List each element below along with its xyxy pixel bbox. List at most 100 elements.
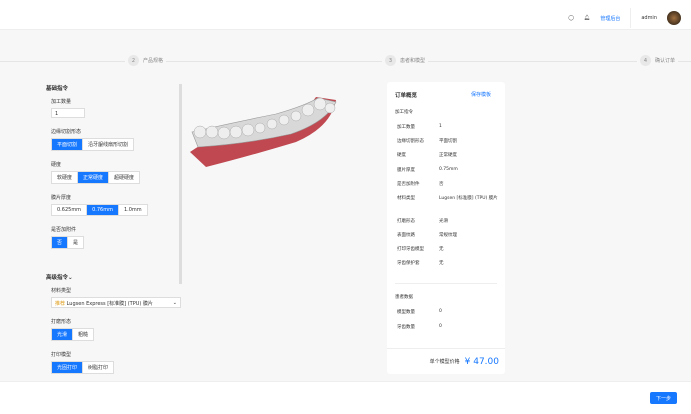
price-value: ¥ 47.00 [464,356,499,367]
thick-option[interactable]: 1.0mm [119,205,147,215]
row-value: 光滑 [439,219,448,224]
row-value: Lugsen [标准膜] (TPU) 膜片 [439,196,498,201]
summary-row: 模型数量 0 [397,309,499,315]
step-label: 产品规格 [143,58,164,64]
mat-label: 材料类型 [51,288,72,294]
avatar[interactable] [667,11,681,25]
hard-option[interactable]: 正常硬度 [78,172,110,183]
row-value: 1 [439,124,442,129]
trim-option[interactable]: 粗糙 [73,329,93,340]
thick-label: 膜片厚度 [51,195,72,201]
section-patient: 患者数据 [395,295,413,300]
step-label: 患者和模型 [400,58,426,64]
edge-option[interactable]: 平面切割 [52,139,84,150]
dental-model-3d[interactable] [186,92,356,172]
stepper: 2 产品规格 3 患者和模型 4 确认订单 [0,55,691,67]
price-label: 单个模型价格 [429,359,460,365]
hard-label: 硬度 [51,162,62,168]
order-summary: 订单概览 保存模板 加工指令 加工数量 1 边缘切割形态 平面切割硬度 正常硬度膜片厚度… [387,82,505,374]
attach-segment: 否是 [51,236,85,249]
row-value: 正常硬度 [439,153,457,158]
row-key: 打印牙齿模型 [397,247,424,252]
attach-label: 是否加附件 [51,227,77,233]
options-panel: 基础指令 加工数量 1 边缘切割形态 平面切割 沿牙龈线扇形切割 硬度 软硬度 正常… [40,80,183,375]
summary-row: 表面纹路 常规纹理 [397,232,499,238]
summary-row: 牙齿数量 0 [397,324,499,330]
trim-label: 打磨形态 [51,319,72,325]
summary-row: 打磨形态 光滑 [397,218,499,224]
scrollbar[interactable] [179,84,182,284]
step-label: 确认订单 [655,58,676,64]
row-key: 膜片厚度 [397,168,415,173]
thick-segment: 0.625mm 0.76mm 1.0mm [51,204,148,216]
step-2[interactable]: 2 产品规格 [125,55,167,66]
summary-row: 打印牙齿模型 无 [397,246,499,252]
chevron-down-icon: ⌄ [172,300,177,306]
thick-option[interactable]: 0.625mm [52,205,88,215]
section-processing: 加工指令 [395,110,413,115]
row-key: 牙齿数量 [397,325,415,330]
step-3[interactable]: 3 患者和模型 [382,55,429,66]
save-template-link[interactable]: 保存模板 [471,91,491,98]
username[interactable]: admin [641,15,657,21]
row-key: 模型数量 [397,310,415,315]
thick-option[interactable]: 0.76mm [87,205,119,215]
hard-option[interactable]: 超硬硬度 [109,172,139,183]
step-4[interactable]: 4 确认订单 [637,55,679,66]
edge-segment: 平面切割 沿牙龈线扇形切割 [51,138,135,151]
top-header: ◯ 🔔︎ 管理后台 admin [0,0,691,30]
print-option[interactable]: 树脂打印 [83,362,113,373]
step-num: 4 [640,55,651,66]
step-num: 2 [128,55,139,66]
row-key: 是否加附件 [397,182,420,187]
advanced-label: 高级指令 [46,275,69,281]
material-value: Lugsen Express [标准膜] (TPU) 膜片 [66,301,153,307]
qty-input[interactable]: 1 [51,108,85,118]
row-value: 平面切割 [439,139,457,144]
attach-option[interactable]: 否 [52,237,69,248]
price-bar: 单个模型价格 ¥ 47.00 [387,348,505,374]
row-key: 牙齿保护套 [397,261,420,266]
attach-option[interactable]: 是 [68,237,83,248]
row-key: 表面纹路 [397,233,415,238]
row-value: 否 [439,182,444,187]
hard-option[interactable]: 软硬度 [52,172,79,183]
bell-icon[interactable]: 🔔︎ [584,15,590,21]
summary-row: 硬度 正常硬度 [397,152,499,158]
row-key: 打磨形态 [397,219,415,224]
summary-title: 订单概览 [395,93,418,99]
summary-row: 材料类型 Lugsen [标准膜] (TPU) 膜片 [397,195,499,201]
row-value: 常规纹理 [439,233,457,238]
next-button[interactable]: 下一步 [650,392,677,404]
advanced-title[interactable]: 高级指令⌄ [46,273,183,281]
footer: 下一步 [0,381,691,414]
edge-label: 边缘切割形态 [51,129,82,135]
row-key: 硬度 [397,153,406,158]
admin-link[interactable]: 管理后台 [600,15,620,22]
trim-segment: 光滑 粗糙 [51,328,95,341]
chevron-down-icon: ⌄ [68,275,73,281]
summary-row: 牙齿保护套 无 [397,260,499,266]
edge-option[interactable]: 沿牙龈线扇形切割 [83,139,133,150]
trim-option[interactable]: 光滑 [52,329,74,340]
material-select[interactable]: 推荐 Lugsen Express [标准膜] (TPU) 膜片 ⌄ [51,297,181,308]
step-num: 3 [385,55,396,66]
print-option[interactable]: 光固打印 [52,362,84,373]
print-label: 打印模型 [51,352,72,358]
row-key: 边缘切割形态 [397,139,424,144]
basic-title: 基础指令 [46,86,69,92]
summary-row: 膜片厚度 0.75mm [397,167,499,173]
hard-segment: 软硬度 正常硬度 超硬硬度 [51,171,141,184]
row-value: 0.75mm [439,167,458,172]
row-value: 0 [439,324,442,329]
summary-row: 边缘切割形态 平面切割 [397,138,499,144]
row-key: 加工数量 [397,125,415,130]
print-segment: 光固打印 树脂打印 [51,361,115,374]
row-key: 材料类型 [397,196,415,201]
row-value: 无 [439,247,444,252]
summary-row: 加工数量 1 [397,124,499,130]
row-value: 无 [439,261,444,266]
recommend-tag: 推荐 [55,301,66,307]
row-value: 0 [439,309,442,314]
help-icon[interactable]: ◯ [568,15,574,21]
